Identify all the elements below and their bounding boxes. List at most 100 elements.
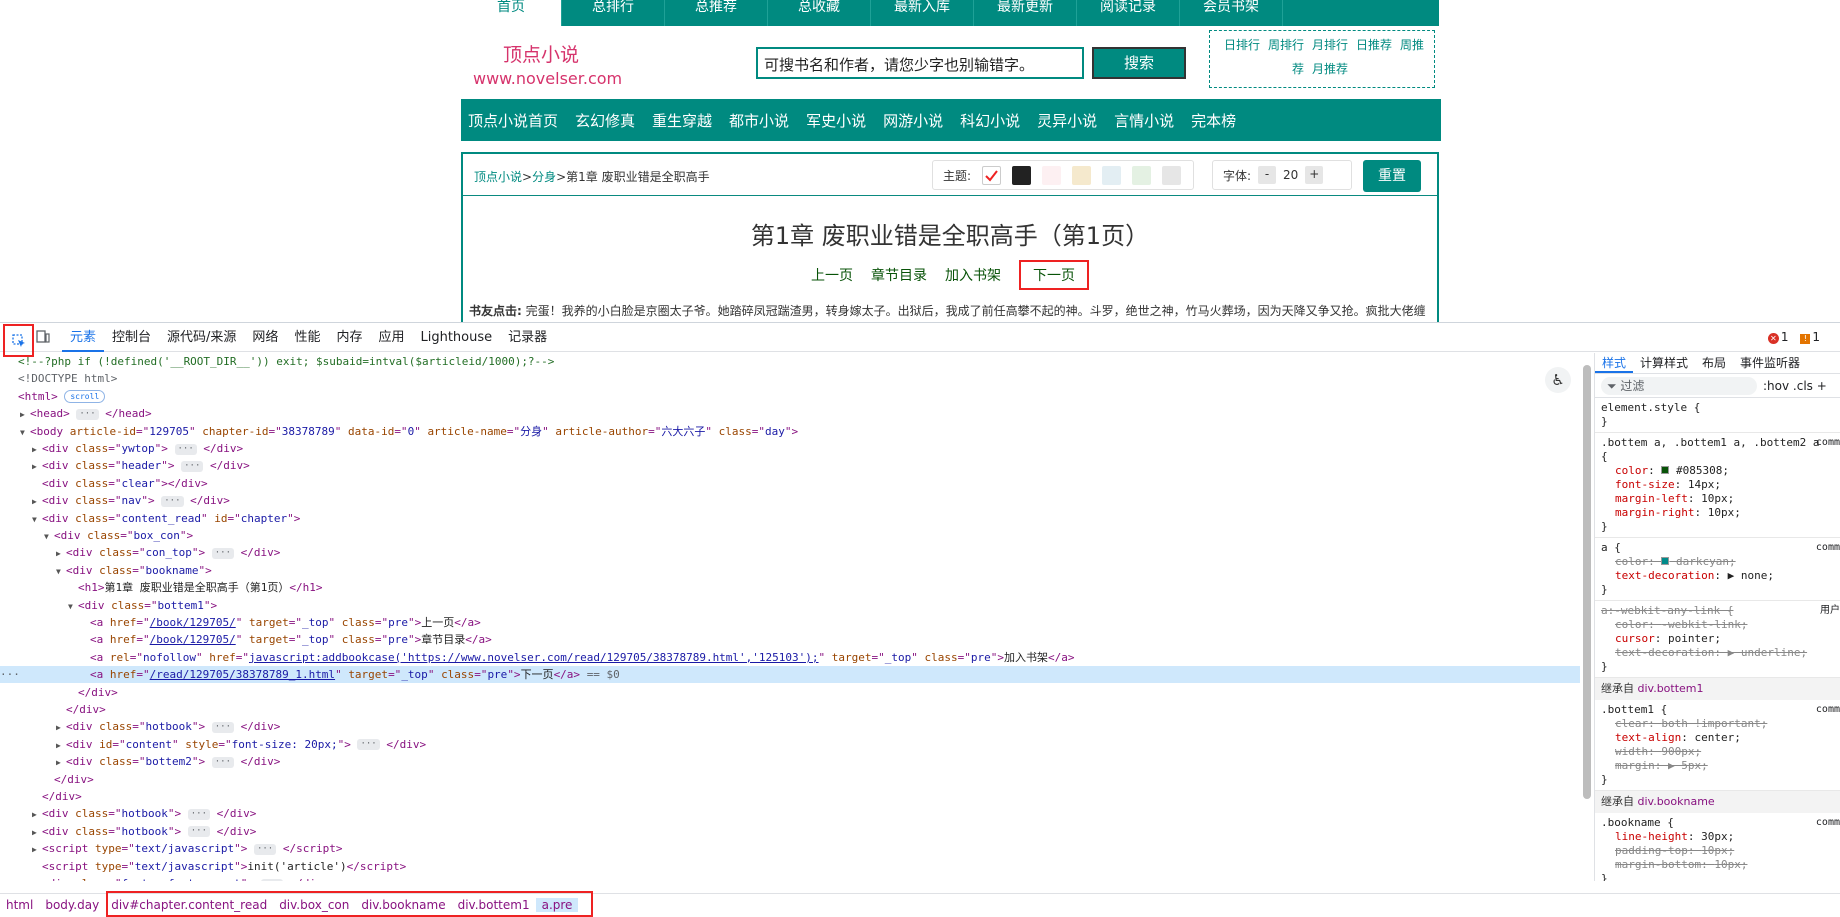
dom-node[interactable]: ▶ <div class="header"> ··· </div>	[32, 457, 250, 474]
dom-node[interactable]: </div>	[32, 788, 82, 805]
breadcrumb-node[interactable]: html	[0, 898, 39, 912]
styles-tab[interactable]: 样式	[1595, 353, 1634, 373]
category-link[interactable]: 言情小说	[1114, 110, 1174, 131]
theme-swatch[interactable]	[1132, 165, 1152, 185]
dom-node[interactable]: ··· <a href="/read/129705/38378789_1.html…	[0, 666, 1580, 684]
device-toolbar-icon[interactable]	[36, 330, 50, 343]
dom-node[interactable]: ▼ <div class="bottem1">	[68, 597, 217, 614]
search-input[interactable]: 可搜书名和作者，请您少字也别输错字。	[756, 47, 1084, 79]
dom-node[interactable]: <h1>第1章 废职业错是全职高手（第1页）</h1>	[68, 579, 323, 596]
dom-node[interactable]: ▶<div class="footer footer_cont"> ··· </…	[32, 875, 329, 881]
dom-node[interactable]: <script type="text/javascript">init('art…	[32, 858, 406, 875]
devtools-tab[interactable]: 网络	[244, 323, 286, 352]
dom-node[interactable]: ▶ <div class="ywtop"> ··· </div>	[32, 440, 243, 457]
dom-node[interactable]: ▶ <div id="content" style="font-size: 20p…	[56, 736, 426, 753]
breadcrumb-part[interactable]: 顶点小说	[474, 170, 522, 184]
theme-swatch[interactable]	[982, 165, 1002, 185]
topnav-item[interactable]: 最新更新	[974, 0, 1077, 26]
category-link[interactable]: 完本榜	[1191, 110, 1236, 131]
dom-node[interactable]: <a rel="nofollow" href="javascript:addbo…	[80, 649, 1075, 666]
topnav-item[interactable]: 总排行	[562, 0, 665, 26]
dom-node[interactable]: <div class="clear"></div>	[32, 475, 208, 492]
reset-button[interactable]: 重置	[1363, 160, 1421, 192]
devtools-tab[interactable]: 元素	[62, 323, 105, 352]
dom-node[interactable]: ▼ <body article-id="129705" chapter-id="3…	[20, 423, 798, 440]
dom-node[interactable]: <!DOCTYPE html>	[8, 370, 117, 387]
dom-node[interactable]: </div>	[68, 684, 118, 701]
dom-node[interactable]: ▼ <div class="box_con">	[44, 527, 193, 544]
font-minus-button[interactable]: -	[1258, 166, 1277, 184]
dom-node[interactable]: ▶ <div class="bottem2"> ··· </div>	[56, 753, 280, 770]
devtools-panel: 元素 控制台 源代码/来源 网络 性能 内存 应用 Lighthouse 记录器 ✕ 1 ! 1 <…	[0, 322, 1840, 917]
topnav-item[interactable]: 总推荐	[665, 0, 768, 26]
site-logo-url[interactable]: www.novelser.com	[473, 69, 622, 88]
dom-node[interactable]: ▼ <div class="content_read" id="chapter">	[32, 510, 300, 527]
devtools-tab[interactable]: 应用	[370, 323, 412, 352]
devtools-tab[interactable]: 控制台	[104, 323, 159, 352]
issue-counters[interactable]: ✕ 1 ! 1	[1767, 330, 1820, 344]
topnav-item[interactable]: 总收藏	[768, 0, 871, 26]
rank-link[interactable]: 月推荐	[1312, 62, 1348, 76]
dom-node[interactable]: </div>	[56, 701, 106, 718]
rank-link[interactable]: 日推荐	[1356, 38, 1392, 52]
dom-node[interactable]: ▶ <div class="nav"> ··· </div>	[32, 492, 230, 509]
styles-tab[interactable]: 计算样式	[1633, 353, 1695, 373]
styles-tab[interactable]: 布局	[1695, 353, 1733, 373]
search-button[interactable]: 搜索	[1092, 47, 1186, 79]
topnav-item[interactable]: 首页	[461, 0, 562, 26]
category-link[interactable]: 军史小说	[806, 110, 866, 131]
filter-options[interactable]: :hov .cls +	[1763, 379, 1827, 393]
rank-link[interactable]: 月排行	[1312, 38, 1348, 52]
devtools-tab[interactable]: 源代码/来源	[159, 323, 244, 352]
theme-swatch[interactable]	[1042, 165, 1062, 185]
category-link[interactable]: 灵异小说	[1037, 110, 1097, 131]
category-link[interactable]: 都市小说	[729, 110, 789, 131]
theme-swatch[interactable]	[1162, 165, 1182, 185]
devtools-tabs: 元素 控制台 源代码/来源 网络 性能 内存 应用 Lighthouse 记录器	[62, 323, 555, 352]
elements-scrollbar[interactable]	[1583, 365, 1591, 799]
breadcrumb: 顶点小说>分身>第1章 废职业错是全职高手	[474, 168, 710, 185]
chapter-link[interactable]: 加入书架	[945, 262, 1001, 288]
theme-swatch[interactable]	[1102, 165, 1122, 185]
breadcrumb-highlight-box	[106, 891, 593, 917]
chapter-link[interactable]: 上一页	[811, 262, 853, 288]
font-plus-button[interactable]: +	[1305, 166, 1324, 184]
category-link[interactable]: 玄幻修真	[575, 110, 635, 131]
rank-link[interactable]: 日排行	[1224, 38, 1260, 52]
dom-node[interactable]: <!--?php if (!defined('__ROOT_DIR__')) e…	[8, 353, 554, 370]
breadcrumb-part[interactable]: 分身	[532, 170, 556, 184]
category-link[interactable]: 科幻小说	[960, 110, 1020, 131]
rank-link[interactable]: 周排行	[1268, 38, 1304, 52]
dom-breadcrumbs: html body.day div#chapter.content_read div.…	[0, 891, 1840, 917]
breadcrumb-node[interactable]: body.day	[39, 898, 105, 912]
topnav-item[interactable]: 阅读记录	[1077, 0, 1180, 26]
styles-tab[interactable]: 事件监听器	[1733, 353, 1807, 373]
category-link[interactable]: 重生穿越	[652, 110, 712, 131]
theme-swatch[interactable]	[1012, 165, 1032, 185]
topnav-item[interactable]: 最新入库	[871, 0, 974, 26]
theme-swatch[interactable]	[1072, 165, 1092, 185]
dom-node[interactable]: </div>	[44, 771, 94, 788]
dom-node[interactable]: ▶ <script type="text/javascript"> ··· </s…	[32, 840, 342, 857]
devtools-tab[interactable]: 记录器	[500, 323, 555, 352]
dom-node[interactable]: ▼ <div class="bookname">	[56, 562, 212, 579]
topnav-item[interactable]: 会员书架	[1180, 0, 1283, 26]
devtools-tab[interactable]: Lighthouse	[412, 323, 500, 352]
category-link[interactable]: 网游小说	[883, 110, 943, 131]
dom-node[interactable]: ▶ <div class="con_top"> ··· </div>	[56, 544, 280, 561]
dom-node[interactable]: ▶ <div class="hotbook"> ··· </div>	[32, 823, 256, 840]
accessibility-icon[interactable]: ♿	[1545, 367, 1571, 393]
dom-node[interactable]: <a href="/book/129705/" target="_top" cl…	[80, 631, 492, 648]
category-link[interactable]: 顶点小说首页	[468, 110, 558, 131]
devtools-tab[interactable]: 性能	[286, 323, 328, 352]
dom-node[interactable]: <a href="/book/129705/" target="_top" cl…	[80, 614, 481, 631]
devtools-tab[interactable]: 内存	[328, 323, 370, 352]
chapter-link[interactable]: 章节目录	[871, 262, 927, 288]
dom-node[interactable]: ▶ <head> ··· </head>	[20, 405, 152, 422]
dom-node[interactable]: ▶ <div class="hotbook"> ··· </div>	[56, 718, 280, 735]
dom-node[interactable]: <html> scroll	[8, 388, 106, 405]
dom-node[interactable]: ▶ <div class="hotbook"> ··· </div>	[32, 805, 256, 822]
site-logo-name[interactable]: 顶点小说	[503, 40, 579, 67]
filter-input[interactable]: ⏷ 过滤	[1601, 376, 1757, 395]
chapter-link[interactable]: 下一页	[1019, 260, 1089, 290]
